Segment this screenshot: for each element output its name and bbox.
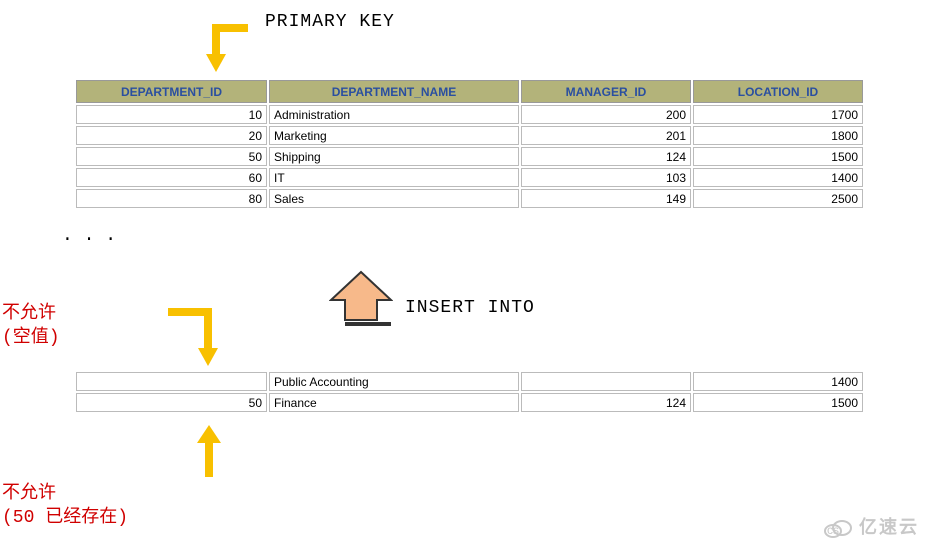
col-header-dept-name: DEPARTMENT_NAME	[269, 80, 519, 103]
col-header-loc-id: LOCATION_ID	[693, 80, 863, 103]
arrow-null-to-cell-icon	[168, 302, 224, 371]
label-not-allowed-null-1: 不允许	[2, 298, 56, 324]
table-insert: Public Accounting1400 50Finance1241500	[74, 370, 865, 414]
arrow-pk-to-column-icon	[198, 18, 254, 77]
insert-into-arrow-icon	[329, 270, 393, 333]
label-not-allowed-dup-1: 不允许	[2, 478, 56, 504]
label-not-allowed-dup-2: (50 已经存在)	[2, 502, 128, 528]
ellipsis-text: . . .	[62, 226, 116, 246]
table-row: 50Finance1241500	[76, 393, 863, 412]
table-row: 80Sales1492500	[76, 189, 863, 208]
label-primary-key: PRIMARY KEY	[265, 12, 395, 32]
table-row: 60IT1031400	[76, 168, 863, 187]
departments-table: DEPARTMENT_ID DEPARTMENT_NAME MANAGER_ID…	[74, 78, 865, 210]
col-header-mgr-id: MANAGER_ID	[521, 80, 691, 103]
table-row: 20Marketing2011800	[76, 126, 863, 145]
table-main: DEPARTMENT_ID DEPARTMENT_NAME MANAGER_ID…	[74, 78, 865, 210]
arrow-dup-to-cell-icon	[195, 425, 223, 480]
col-header-dept-id: DEPARTMENT_ID	[76, 80, 267, 103]
label-insert-into: INSERT INTO	[405, 298, 535, 318]
watermark: 亿速云	[822, 513, 919, 539]
cloud-icon	[822, 517, 852, 539]
table-row: 50Shipping1241500	[76, 147, 863, 166]
label-not-allowed-null-2: (空值)	[2, 322, 60, 348]
table-header-row: DEPARTMENT_ID DEPARTMENT_NAME MANAGER_ID…	[76, 80, 863, 103]
table-row: 10Administration2001700	[76, 105, 863, 124]
watermark-text: 亿速云	[859, 517, 919, 537]
table-row: Public Accounting1400	[76, 372, 863, 391]
diagram-page: { "label_primary_key": "PRIMARY KEY", "l…	[0, 0, 927, 547]
insert-rows-table: Public Accounting1400 50Finance1241500	[74, 370, 865, 414]
